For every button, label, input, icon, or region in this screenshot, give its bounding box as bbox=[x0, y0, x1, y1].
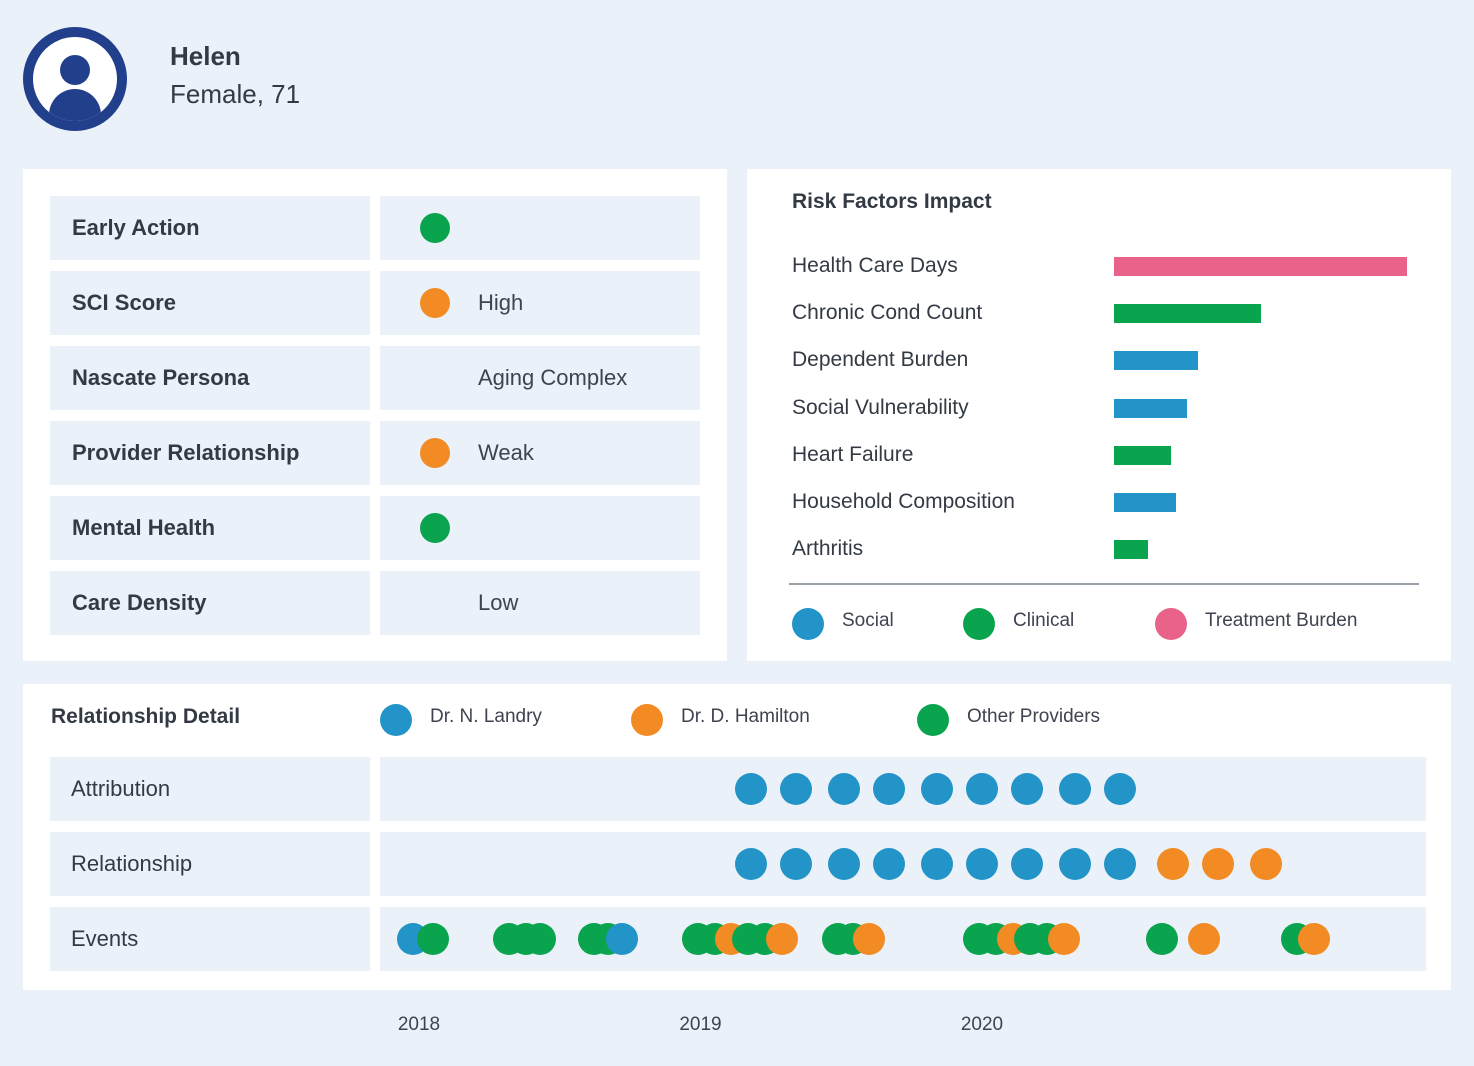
risk-factor-label: Chronic Cond Count bbox=[792, 301, 983, 325]
timeline-event-dot[interactable] bbox=[780, 773, 813, 805]
attr-value-care-density: Low bbox=[380, 571, 700, 635]
attributes-panel: Early Action SCI Score High Nascate Persona… bbox=[23, 169, 727, 661]
timeline-event-dot[interactable] bbox=[605, 923, 638, 955]
status-indicator-icon bbox=[420, 288, 450, 318]
timeline-event-dot[interactable] bbox=[1047, 923, 1080, 955]
attr-value-early-action bbox=[380, 196, 700, 260]
risk-factors-title: Risk Factors Impact bbox=[792, 190, 992, 213]
legend-dr-d-hamilton-label: Dr. D. Hamilton bbox=[681, 706, 810, 727]
attr-label-mental-health: Mental Health bbox=[50, 496, 370, 560]
timeline-event-dot[interactable] bbox=[1058, 773, 1091, 805]
patient-name: Helen bbox=[170, 41, 241, 71]
timeline-event-dot[interactable] bbox=[920, 773, 953, 805]
risk-factors-panel: Risk Factors Impact Health Care Days Chro… bbox=[747, 169, 1451, 661]
relationship-detail-panel: Relationship Detail Dr. N. Landry Dr. D. … bbox=[23, 684, 1451, 990]
timeline-event-dot[interactable] bbox=[853, 923, 886, 955]
attr-value-text: Aging Complex bbox=[478, 365, 628, 390]
attr-value-sci-score: High bbox=[380, 271, 700, 335]
timeline-event-dot[interactable] bbox=[1146, 923, 1179, 955]
risk-factor-label: Health Care Days bbox=[792, 254, 958, 277]
attr-label-early-action: Early Action bbox=[50, 196, 370, 260]
attr-value-nascate-persona: Aging Complex bbox=[380, 346, 700, 410]
risk-factor-label: Household Composition bbox=[792, 490, 1015, 513]
risk-factor-label: Arthritis bbox=[792, 537, 864, 561]
timeline-event-dot[interactable] bbox=[735, 773, 768, 805]
attr-value-text: High bbox=[478, 290, 524, 315]
timeline-track-relationship bbox=[380, 832, 1426, 896]
timeline-event-dot[interactable] bbox=[1011, 773, 1044, 805]
relationship-detail-title: Relationship Detail bbox=[51, 705, 241, 728]
timeline-event-dot[interactable] bbox=[1011, 848, 1044, 880]
timeline-event-dot[interactable] bbox=[1103, 848, 1136, 880]
timeline-event-dot[interactable] bbox=[873, 773, 906, 805]
risk-factor-bar bbox=[1114, 304, 1261, 324]
status-indicator-icon bbox=[420, 513, 450, 543]
timeline-event-dot[interactable] bbox=[780, 848, 813, 880]
legend-social-label: Social bbox=[842, 610, 894, 631]
risk-factor-label: Heart Failure bbox=[792, 442, 914, 466]
row-label-relationship: Relationship bbox=[50, 832, 370, 896]
timeline-event-dot[interactable] bbox=[873, 848, 906, 880]
timeline-event-dot[interactable] bbox=[966, 773, 998, 805]
attr-value-mental-health bbox=[380, 496, 700, 560]
patient-header: Helen Female, 71 bbox=[23, 27, 623, 131]
timeline-track-events bbox=[380, 907, 1426, 971]
timeline-event-dot[interactable] bbox=[524, 923, 557, 955]
row-label-attribution: Attribution bbox=[50, 757, 370, 821]
timeline-event-dot[interactable] bbox=[1298, 923, 1331, 955]
attr-label-nascate-persona: Nascate Persona bbox=[50, 346, 370, 410]
person-icon bbox=[33, 37, 117, 121]
attr-label-provider-relationship: Provider Relationship bbox=[50, 421, 370, 485]
legend-clinical-icon bbox=[963, 608, 995, 640]
risk-factor-label: Dependent Burden bbox=[792, 348, 969, 372]
timeline-event-dot[interactable] bbox=[1058, 848, 1091, 880]
timeline-event-dot[interactable] bbox=[828, 848, 861, 880]
year-label: 2019 bbox=[679, 1014, 722, 1035]
legend-other-providers-label: Other Providers bbox=[967, 706, 1101, 727]
timeline-event-dot[interactable] bbox=[766, 923, 799, 955]
attr-value-text: Low bbox=[478, 590, 519, 615]
avatar[interactable] bbox=[23, 27, 127, 131]
legend-dr-d-hamilton-icon bbox=[631, 704, 663, 736]
legend-treatment-burden-icon bbox=[1155, 608, 1187, 640]
legend-social-icon bbox=[792, 608, 824, 640]
timeline-event-dot[interactable] bbox=[1188, 923, 1221, 955]
legend-dr-n-landry-icon bbox=[380, 704, 412, 736]
legend-dr-n-landry-label: Dr. N. Landry bbox=[430, 706, 542, 727]
row-label-events: Events bbox=[50, 907, 370, 971]
timeline-event-dot[interactable] bbox=[966, 848, 998, 880]
risk-factor-bar bbox=[1114, 493, 1176, 512]
legend-other-providers-icon bbox=[917, 704, 949, 736]
risk-factor-bar bbox=[1114, 351, 1198, 371]
timeline-event-dot[interactable] bbox=[1250, 848, 1283, 880]
year-label: 2020 bbox=[960, 1014, 1004, 1035]
legend-clinical-label: Clinical bbox=[1013, 610, 1075, 631]
risk-factor-bar bbox=[1114, 257, 1407, 276]
timeline-event-dot[interactable] bbox=[1103, 773, 1136, 805]
timeline-event-dot[interactable] bbox=[920, 848, 953, 880]
attr-label-care-density: Care Density bbox=[50, 571, 370, 635]
year-label: 2018 bbox=[397, 1014, 441, 1035]
timeline-event-dot[interactable] bbox=[1202, 848, 1235, 880]
attr-value-text: Weak bbox=[478, 440, 534, 465]
legend-treatment-burden-label: Treatment Burden bbox=[1205, 610, 1358, 631]
timeline-track-attribution bbox=[380, 757, 1426, 821]
patient-demographics: Female, 71 bbox=[170, 79, 301, 109]
status-indicator-icon bbox=[420, 438, 450, 468]
risk-factor-bar bbox=[1114, 445, 1171, 465]
risk-factor-bar bbox=[1114, 398, 1187, 418]
risk-factor-bar bbox=[1114, 540, 1148, 560]
attr-value-provider-relationship: Weak bbox=[380, 421, 700, 485]
timeline-event-dot[interactable] bbox=[1157, 848, 1190, 880]
risk-factor-label: Social Vulnerability bbox=[792, 395, 969, 419]
status-indicator-icon bbox=[420, 213, 450, 243]
timeline-event-dot[interactable] bbox=[417, 923, 450, 955]
timeline-event-dot[interactable] bbox=[735, 848, 768, 880]
attr-label-sci-score: SCI Score bbox=[50, 271, 370, 335]
timeline-event-dot[interactable] bbox=[828, 773, 861, 805]
risk-axis-line bbox=[789, 583, 1419, 585]
